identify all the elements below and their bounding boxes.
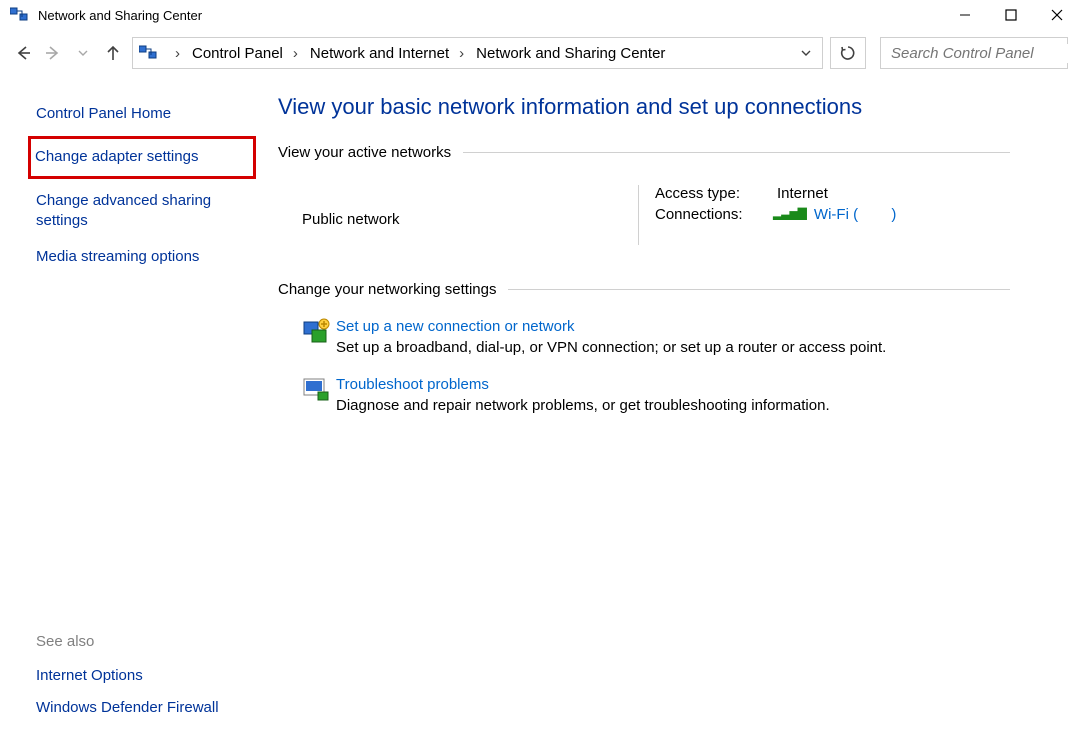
option-title: Troubleshoot problems [336,376,830,393]
active-network-block: Public network Access type: Internet Con… [278,181,1010,245]
connection-link[interactable]: Wi-Fi ( ) [814,206,897,223]
see-also-heading: See also [36,633,244,650]
sidebar-media-streaming[interactable]: Media streaming options [36,247,244,267]
breadcrumb-network-internet[interactable]: Network and Internet [304,45,470,62]
access-type-value: Internet [777,185,828,202]
back-button[interactable] [12,42,34,64]
sidebar-change-advanced[interactable]: Change advanced sharing settings [36,191,244,232]
up-button[interactable] [102,42,124,64]
sidebar-change-adapter[interactable]: Change adapter settings [35,147,243,167]
option-subtitle: Set up a broadband, dial-up, or VPN conn… [336,339,886,356]
option-title: Set up a new connection or network [336,318,886,335]
sidebar-firewall[interactable]: Windows Defender Firewall [36,698,244,718]
recent-locations-button[interactable] [72,42,94,64]
minimize-button[interactable] [942,0,988,30]
change-settings-heading: Change your networking settings [278,281,496,298]
titlebar: Network and Sharing Center [0,0,1080,30]
breadcrumb-arrow[interactable] [159,45,186,62]
network-sharing-icon [10,6,30,24]
active-networks-heading: View your active networks [278,144,451,161]
wifi-icon: ▂▃▅▇ [773,206,810,223]
sidebar-control-panel-home[interactable]: Control Panel Home [36,104,244,124]
divider [508,289,1010,290]
search-input[interactable] [889,44,1080,63]
access-type-label: Access type: [655,185,773,202]
forward-button[interactable] [42,42,64,64]
main-content: View your basic network information and … [260,76,1080,742]
option-setup-connection[interactable]: Set up a new connection or network Set u… [278,318,1010,356]
setup-connection-icon [302,318,336,356]
refresh-button[interactable] [830,37,866,69]
troubleshoot-icon [302,376,336,414]
sidebar-internet-options[interactable]: Internet Options [36,666,244,686]
window-title: Network and Sharing Center [30,8,942,23]
option-troubleshoot[interactable]: Troubleshoot problems Diagnose and repai… [278,376,1010,414]
address-dropdown-button[interactable] [790,38,822,68]
divider [638,185,639,245]
divider [463,152,1010,153]
highlight-box: Change adapter settings [28,136,256,178]
address-bar[interactable]: Control Panel Network and Internet Netwo… [132,37,823,69]
breadcrumb-network-sharing[interactable]: Network and Sharing Center [470,45,671,62]
connections-label: Connections: [655,206,773,223]
option-subtitle: Diagnose and repair network problems, or… [336,397,830,414]
sidebar: Control Panel Home Change adapter settin… [0,76,260,742]
search-box[interactable] [880,37,1068,69]
network-sharing-icon [139,44,159,62]
breadcrumb-control-panel[interactable]: Control Panel [186,45,304,62]
toolbar: Control Panel Network and Internet Netwo… [0,30,1080,76]
close-button[interactable] [1034,0,1080,30]
maximize-button[interactable] [988,0,1034,30]
page-title: View your basic network information and … [278,94,1010,120]
network-type-label: Public network [302,211,638,228]
